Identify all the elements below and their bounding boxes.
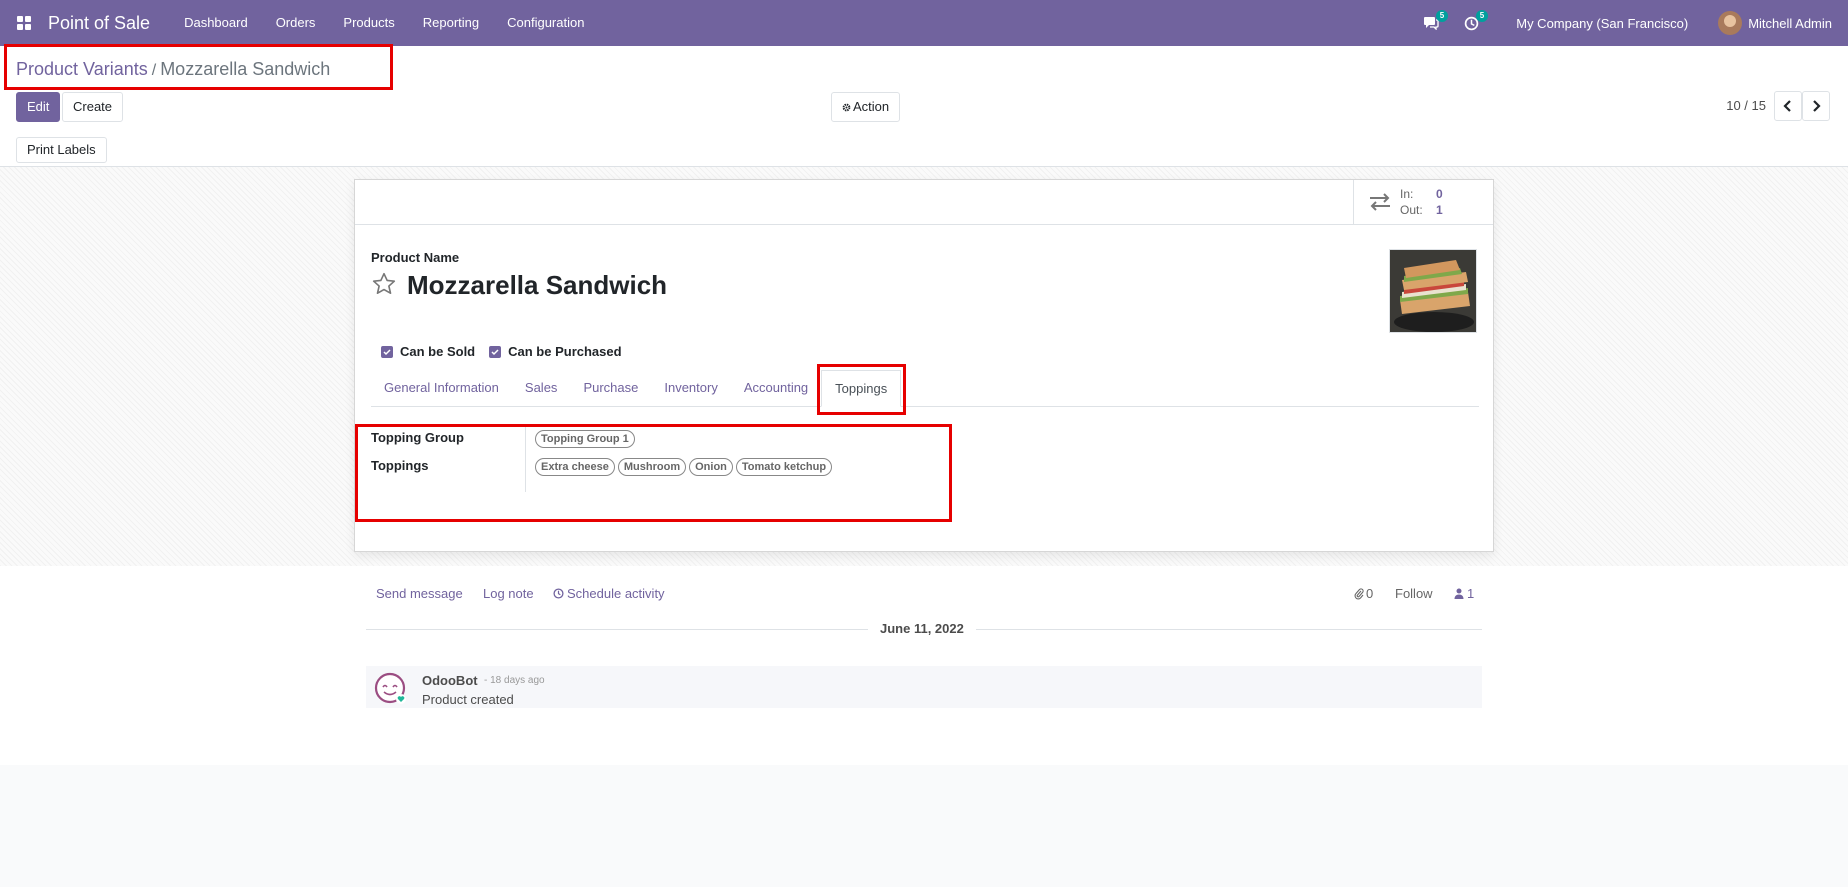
form-statusbar: Print Labels	[0, 131, 1848, 167]
can-be-sold-label: Can be Sold	[400, 344, 476, 359]
pager-counter[interactable]: 10 / 15	[1726, 98, 1766, 113]
chevron-left-icon	[1783, 100, 1791, 112]
user-avatar[interactable]	[1718, 11, 1743, 35]
message-body: Product created	[422, 692, 514, 707]
navbar-systray: 5 5 My Company (San Francisco) Mitchell …	[1416, 0, 1832, 46]
transfer-arrows-icon	[1370, 193, 1390, 211]
tab-general-information[interactable]: General Information	[371, 370, 512, 406]
chatter: Send message Log note Schedule activity …	[0, 566, 1848, 765]
check-icon	[383, 348, 391, 355]
pager-previous-button[interactable]	[1774, 91, 1802, 121]
activities-badge: 5	[1475, 10, 1489, 22]
menu-dashboard[interactable]: Dashboard	[170, 0, 262, 46]
tab-accounting[interactable]: Accounting	[731, 370, 821, 406]
activity-clock-icon[interactable]: 5	[1456, 0, 1489, 46]
in-label: In:	[1400, 187, 1414, 201]
followers-button[interactable]: 1	[1454, 586, 1474, 601]
message-author[interactable]: OdooBot	[422, 673, 478, 688]
paperclip-icon	[1354, 587, 1364, 599]
date-separator: June 11, 2022	[868, 621, 976, 636]
pager-next-button[interactable]	[1802, 91, 1830, 121]
chatter-message: OdooBot - 18 days ago Product created	[366, 666, 1482, 708]
create-button[interactable]: Create	[62, 92, 124, 122]
send-message-button[interactable]: Send message	[376, 586, 463, 601]
can-be-sold-checkbox[interactable]	[381, 345, 393, 358]
form-notebook-tabs: General Information Sales Purchase Inven…	[371, 370, 1479, 407]
user-menu[interactable]: Mitchell Admin	[1748, 16, 1832, 31]
follow-button[interactable]: Follow	[1395, 586, 1433, 601]
chevron-right-icon	[1813, 100, 1821, 112]
schedule-activity-label: Schedule activity	[567, 586, 665, 601]
message-date: - 18 days ago	[484, 675, 545, 686]
company-switcher[interactable]: My Company (San Francisco)	[1516, 16, 1688, 31]
schedule-activity-button[interactable]: Schedule activity	[553, 586, 665, 601]
can-be-purchased-label: Can be Purchased	[508, 344, 622, 359]
user-icon	[1454, 588, 1464, 599]
menu-orders[interactable]: Orders	[262, 0, 330, 46]
top-navbar: Point of Sale Dashboard Orders Products …	[0, 0, 1848, 46]
attachments-button[interactable]: 0	[1354, 586, 1373, 601]
product-image[interactable]	[1389, 249, 1477, 333]
can-be-purchased-checkbox[interactable]	[489, 345, 502, 358]
star-icon[interactable]	[371, 271, 397, 297]
menu-configuration[interactable]: Configuration	[493, 0, 598, 46]
in-out-stats: In: 0 Out: 1	[1400, 186, 1443, 218]
action-button[interactable]: Action	[831, 92, 901, 122]
in-value: 0	[1436, 187, 1443, 201]
log-note-button[interactable]: Log note	[483, 586, 534, 601]
followers-count: 1	[1467, 586, 1475, 601]
highlight-toppings-fields	[355, 424, 952, 522]
app-name[interactable]: Point of Sale	[48, 13, 150, 34]
messages-icon[interactable]: 5	[1416, 0, 1449, 46]
attachments-count: 0	[1366, 586, 1374, 601]
apps-menu-icon[interactable]	[0, 0, 48, 46]
sale-purchase-options: Can be Sold Can be Purchased	[381, 344, 622, 359]
edit-button[interactable]: Edit	[16, 92, 61, 122]
out-value: 1	[1436, 203, 1443, 217]
menu-products[interactable]: Products	[329, 0, 408, 46]
clock-icon	[553, 588, 564, 599]
highlight-toppings-tab	[817, 364, 906, 415]
print-labels-button[interactable]: Print Labels	[16, 137, 107, 163]
menu-reporting[interactable]: Reporting	[409, 0, 493, 46]
action-label: Action	[853, 99, 890, 114]
product-name-label: Product Name	[371, 250, 460, 265]
button-box-divider	[355, 224, 1493, 225]
check-icon	[491, 348, 499, 355]
product-name-field[interactable]: Mozzarella Sandwich	[407, 270, 667, 301]
tab-sales[interactable]: Sales	[512, 370, 571, 406]
messages-badge: 5	[1435, 10, 1449, 22]
tab-inventory[interactable]: Inventory	[651, 370, 730, 406]
stock-moves-smart-button[interactable]: In: 0 Out: 1	[1353, 180, 1493, 224]
tab-purchase[interactable]: Purchase	[570, 370, 651, 406]
odoobot-avatar	[374, 672, 406, 704]
out-label: Out:	[1400, 203, 1423, 217]
highlight-breadcrumb	[4, 44, 393, 90]
gear-icon	[842, 103, 851, 111]
